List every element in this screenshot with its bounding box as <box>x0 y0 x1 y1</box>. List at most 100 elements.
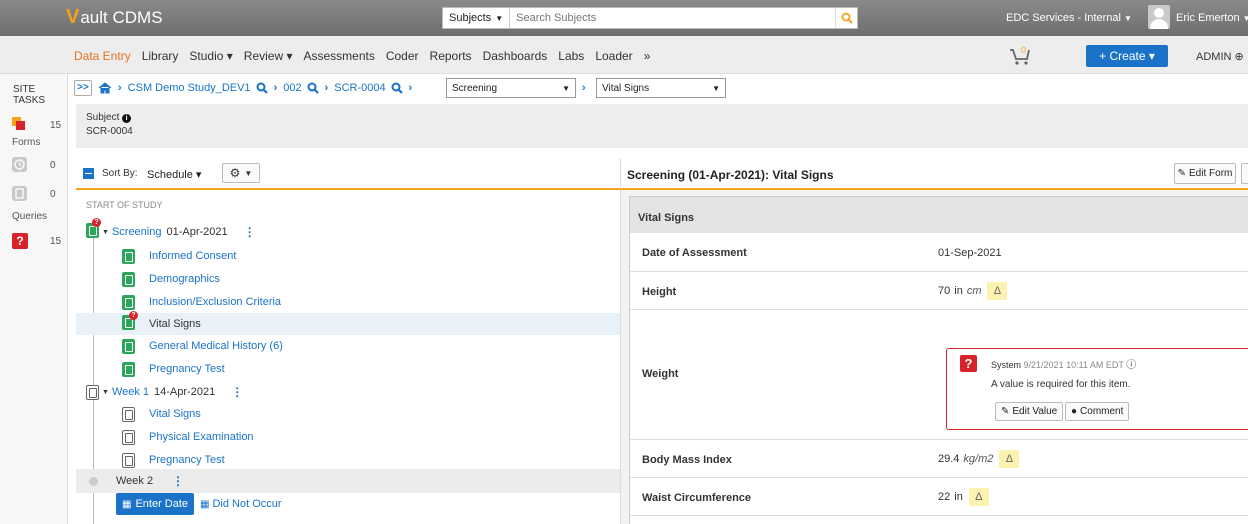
field-value[interactable]: 22 in Δ <box>938 488 989 506</box>
query-dot-icon: ? <box>129 311 138 320</box>
form-title: Screening (01-Apr-2021): Vital Signs <box>627 168 834 182</box>
clock-task[interactable] <box>12 157 27 172</box>
form-row[interactable]: Pregnancy Test <box>76 358 620 380</box>
caret-down-icon[interactable]: ▼ <box>102 229 109 236</box>
tab-loader[interactable]: Loader <box>595 49 632 63</box>
sort-dropdown[interactable]: Schedule ▾ <box>147 168 201 181</box>
caret-down-icon: ▼ <box>244 168 253 178</box>
edit-form-button[interactable]: ✎ Edit Form <box>1174 163 1236 184</box>
search-scope-dropdown[interactable]: Subjects ▼ <box>443 8 511 28</box>
form-link[interactable]: Pregnancy Test <box>149 363 225 375</box>
tab-coder[interactable]: Coder <box>386 49 419 63</box>
clock-icon <box>12 157 27 172</box>
forms-task[interactable] <box>12 117 26 131</box>
calendar-x-icon: ▦ <box>200 499 210 510</box>
nav-tabs: Data Entry Library Studio ▾ Review ▾ Ass… <box>74 49 661 63</box>
admin-menu[interactable]: ADMIN ⊕ <box>1196 50 1244 63</box>
form-row[interactable]: General Medical History (6) <box>76 335 620 357</box>
form-row[interactable]: Vital Signs <box>76 403 620 425</box>
field-row-date: Date of Assessment 01-Sep-2021 <box>630 234 1248 272</box>
tab-studio[interactable]: Studio ▾ <box>189 49 232 63</box>
event-date: 01-Apr-2021 <box>166 226 228 238</box>
main-nav: Data Entry Library Studio ▾ Review ▾ Ass… <box>0 36 1248 74</box>
did-not-occur-link[interactable]: ▦ Did Not Occur <box>200 498 282 510</box>
collapse-rail-button[interactable]: >> <box>74 80 92 96</box>
search-icon[interactable] <box>256 82 268 94</box>
tab-review[interactable]: Review ▾ <box>244 49 293 63</box>
form-row[interactable]: Inclusion/Exclusion Criteria <box>76 291 620 313</box>
field-label: Date of Assessment <box>642 247 747 259</box>
form-actions-button[interactable] <box>1241 163 1248 184</box>
chevron-right-icon: › <box>273 82 278 94</box>
more-tabs-icon[interactable]: » <box>644 49 651 63</box>
user-avatar-icon[interactable] <box>1148 5 1170 29</box>
kebab-menu-icon[interactable]: ⋮ <box>244 225 256 239</box>
comment-button[interactable]: ● Comment <box>1065 402 1130 421</box>
schedule-toolbar: Sort By: Schedule ▾ ⚙ ▼ <box>76 158 620 190</box>
breadcrumb-path: › CSM Demo Study_DEV1 › 002 › SCR-0004 › <box>98 82 418 94</box>
pencil-icon: ✎ <box>1177 168 1187 179</box>
event-date: 14-Apr-2021 <box>154 386 216 398</box>
field-value[interactable]: 01-Sep-2021 <box>938 247 1002 259</box>
edit-value-button[interactable]: ✎ Edit Value <box>995 402 1064 421</box>
search-icon[interactable] <box>391 82 403 94</box>
app-logo[interactable]: Vault CDMS <box>66 6 163 29</box>
info-icon[interactable]: i <box>122 114 132 123</box>
subject-label: Subject i <box>86 112 132 123</box>
breadcrumb-subject[interactable]: SCR-0004 <box>334 82 385 94</box>
form-row[interactable]: Physical Examination <box>76 426 620 448</box>
form-link[interactable]: Pregnancy Test <box>149 454 225 466</box>
cart-icon[interactable]: 0 <box>1008 44 1032 69</box>
tab-data-entry[interactable]: Data Entry <box>74 49 131 63</box>
breadcrumb-study[interactable]: CSM Demo Study_DEV1 <box>128 82 251 94</box>
search-input[interactable] <box>510 9 835 27</box>
form-icon <box>122 361 135 377</box>
clock-count: 0 <box>50 160 56 171</box>
caret-down-icon: ▼ <box>1124 14 1132 23</box>
gear-icon: ⚙ <box>229 166 241 180</box>
form-link[interactable]: Demographics <box>149 273 220 285</box>
event-link-week1[interactable]: Week 1 <box>112 386 149 398</box>
search-icon[interactable] <box>307 82 319 94</box>
form-select[interactable]: Vital Signs ▼ <box>596 78 726 98</box>
kebab-menu-icon[interactable]: ⋮ <box>231 385 243 399</box>
form-link[interactable]: Physical Examination <box>149 431 254 443</box>
tab-assessments[interactable]: Assessments <box>303 49 374 63</box>
kebab-menu-icon[interactable]: ⋮ <box>172 474 184 488</box>
form-row[interactable]: Demographics <box>76 268 620 290</box>
form-link[interactable]: General Medical History (6) <box>149 340 283 352</box>
form-row[interactable]: Pregnancy Test <box>76 449 620 471</box>
tab-dashboards[interactable]: Dashboards <box>483 49 548 63</box>
field-value[interactable]: 70 in cm Δ <box>938 282 1008 300</box>
search-button[interactable] <box>835 8 857 28</box>
vault-switcher[interactable]: EDC Services - Internal ▼ <box>1006 12 1132 24</box>
field-value[interactable]: 29.4 kg/m2 Δ <box>938 450 1020 468</box>
form-link[interactable]: Informed Consent <box>149 250 236 262</box>
form-row[interactable]: Informed Consent <box>76 245 620 267</box>
settings-menu-button[interactable]: ⚙ ▼ <box>222 163 260 183</box>
collapse-all-button[interactable] <box>83 168 94 179</box>
breadcrumb-site[interactable]: 002 <box>283 82 301 94</box>
user-menu[interactable]: Eric Emerton ▼ <box>1176 12 1248 24</box>
queries-task[interactable]: ? <box>12 233 28 249</box>
timeline-dot-icon <box>89 477 98 486</box>
tab-labs[interactable]: Labs <box>558 49 584 63</box>
change-history-icon[interactable]: Δ <box>968 488 989 506</box>
tab-library[interactable]: Library <box>142 49 179 63</box>
doc-task[interactable] <box>12 186 27 201</box>
enter-date-button[interactable]: ▦ Enter Date <box>116 493 195 515</box>
event-select[interactable]: Screening ▼ <box>446 78 576 98</box>
form-icon <box>122 338 135 354</box>
change-history-icon[interactable]: Δ <box>999 450 1020 468</box>
event-link-screening[interactable]: Screening <box>112 226 162 238</box>
home-icon[interactable] <box>98 82 112 94</box>
change-history-icon[interactable]: Δ <box>987 282 1008 300</box>
form-link[interactable]: Inclusion/Exclusion Criteria <box>149 296 281 308</box>
caret-down-icon[interactable]: ▼ <box>102 389 109 396</box>
info-circle-icon[interactable]: ⓘ <box>1126 360 1136 371</box>
form-link[interactable]: Vital Signs <box>149 408 201 420</box>
create-button[interactable]: + Create ▾ <box>1086 45 1168 67</box>
forms-label: Forms <box>12 137 41 148</box>
tab-reports[interactable]: Reports <box>430 49 472 63</box>
form-row-selected[interactable]: ? Vital Signs <box>76 311 620 335</box>
